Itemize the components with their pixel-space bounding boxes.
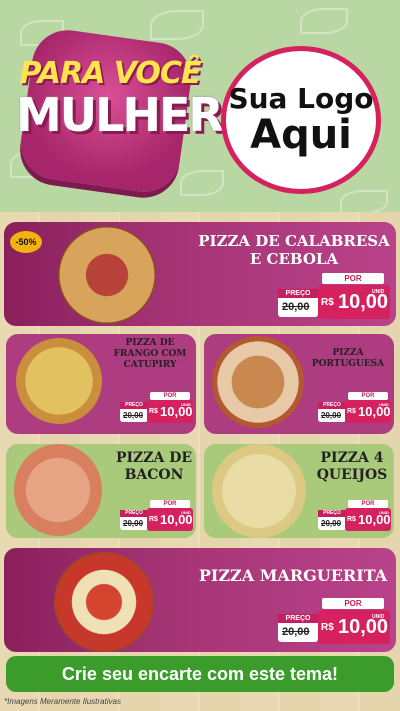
product-name: PIZZA DE CALABRESA E CEBOLA (198, 232, 390, 268)
logo-line2: Aqui (250, 112, 352, 159)
unit-label: UNID (372, 289, 385, 295)
old-price: 20,00 (282, 301, 310, 313)
old-price-box: PREÇO 20,00 (278, 289, 318, 317)
cta-banner[interactable]: Crie seu encarte com este tema! (6, 656, 394, 692)
new-price-box: R$ 10,00 UNID (345, 400, 391, 423)
unit-label: UNID (372, 614, 385, 620)
new-price-box: R$ 10,00 UNID (147, 400, 193, 423)
old-price: 20,00 (321, 411, 342, 420)
promo-badge: PARA VOCÊ MULHER (16, 25, 224, 197)
old-price: 20,00 (123, 411, 144, 420)
badge-title-line2: MULHER (16, 88, 224, 142)
old-price-box: PREÇO 20,00 (278, 614, 318, 642)
pizza-calabresa-image (58, 226, 156, 324)
old-price-box: PREÇO 20,00 (120, 510, 148, 530)
leaf-decoration (300, 8, 348, 34)
preco-label: PREÇO (120, 402, 148, 409)
price-block: POR PREÇO 20,00 R$ 10,00 UNID (318, 500, 392, 532)
new-price-box: R$ 10,00 UNID (147, 508, 193, 531)
unit-label: UNID (181, 510, 191, 515)
preco-label: PREÇO (318, 510, 346, 517)
old-price-box: PREÇO 20,00 (120, 402, 148, 422)
pizza-portuguesa-image (212, 336, 304, 428)
currency: R$ (347, 408, 356, 415)
header-banner: PARA VOCÊ MULHER Sua Logo Aqui (0, 0, 400, 212)
old-price: 20,00 (282, 626, 310, 638)
leaf-decoration (340, 190, 388, 212)
discount-badge: -50% (10, 231, 42, 253)
currency: R$ (321, 297, 334, 308)
preco-label: PREÇO (318, 402, 346, 409)
unit-label: UNID (379, 510, 389, 515)
product-name: PIZZA DE BACON (115, 450, 193, 483)
currency: R$ (149, 408, 158, 415)
badge-title-line1: PARA VOCÊ (19, 56, 202, 91)
por-label: POR (150, 500, 190, 508)
old-price-box: PREÇO 20,00 (318, 510, 346, 530)
preco-label: PREÇO (120, 510, 148, 517)
product-name: PIZZA PORTUGUESA (311, 348, 385, 369)
por-label: POR (322, 273, 384, 284)
currency: R$ (149, 516, 158, 523)
price-block: POR PREÇO 20,00 R$ 10,00 UNID (120, 500, 194, 532)
pizza-frango-image (16, 338, 102, 424)
product-name: PIZZA 4 QUEIJOS (316, 450, 388, 483)
price-block: POR PREÇO 20,00 R$ 10,00 UNID (278, 598, 390, 644)
logo-line1: Sua Logo (228, 81, 374, 115)
por-label: POR (150, 392, 190, 400)
price-block: POR PREÇO 20,00 R$ 10,00 UNID (278, 273, 390, 319)
logo-placeholder: Sua Logo Aqui (221, 46, 381, 194)
new-price-box: R$ 10,00 UNID (318, 610, 390, 644)
preco-label: PREÇO (278, 289, 318, 298)
new-price-box: R$ 10,00 UNID (345, 508, 391, 531)
pizza-4queijos-image (212, 444, 306, 538)
por-label: POR (348, 500, 388, 508)
pizza-marguerita-image (54, 552, 154, 652)
price-block: POR PREÇO 20,00 R$ 10,00 UNID (318, 392, 392, 424)
old-price: 20,00 (123, 519, 144, 528)
pizza-bacon-image (14, 444, 102, 536)
por-label: POR (348, 392, 388, 400)
unit-label: UNID (181, 402, 191, 407)
old-price-box: PREÇO 20,00 (318, 402, 346, 422)
currency: R$ (347, 516, 356, 523)
old-price: 20,00 (321, 519, 342, 528)
unit-label: UNID (379, 402, 389, 407)
footer-disclaimer: *Imagens Meramente Ilustrativas (4, 697, 121, 706)
product-name: PIZZA MARGUERITA (198, 566, 388, 585)
new-price-box: R$ 10,00 UNID (318, 285, 390, 319)
price-block: POR PREÇO 20,00 R$ 10,00 UNID (120, 392, 194, 424)
product-name: PIZZA DE FRANGO COM CATUPIRY (113, 338, 187, 370)
por-label: POR (322, 598, 384, 609)
currency: R$ (321, 622, 334, 633)
preco-label: PREÇO (278, 614, 318, 623)
